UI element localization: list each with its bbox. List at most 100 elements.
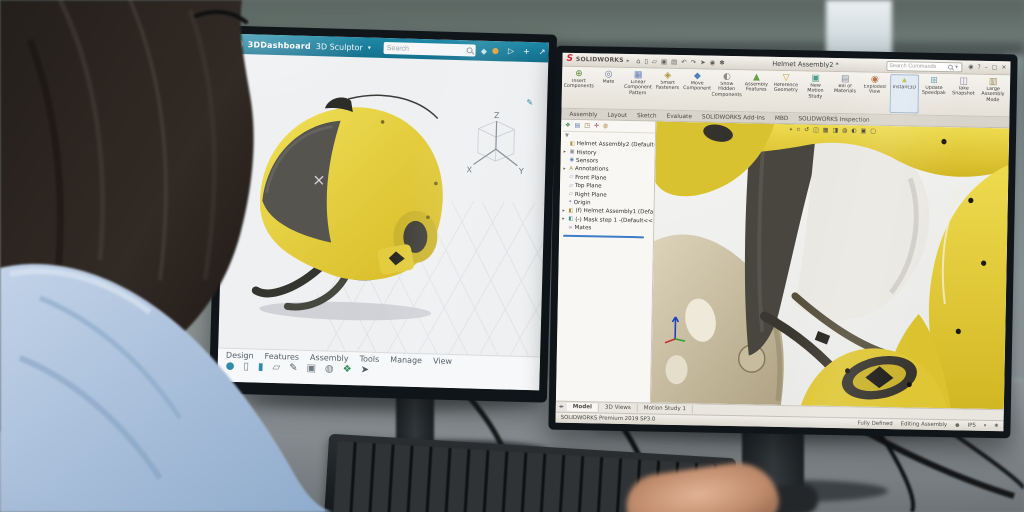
solidworks-brand: SOLIDWORKS [575,55,624,64]
tree-item-label: History [576,149,597,156]
command-search[interactable]: ▾ [886,60,963,72]
rollback-bar[interactable] [563,235,645,239]
feature-manager-panel: ❖ ▤ ◳ ✛ ◍ ▼ ◧ Helmet Assembly2 (Default<Disp… [555,119,657,403]
graphics-area[interactable]: ⌖ ⌗ ↺ ◫ ▦ ◨ ◍ ◐ ▣ ▢ [650,121,1010,410]
ribbon-button[interactable]: ⊕ Insert Components [564,68,594,108]
minimize-icon[interactable]: – [985,64,988,71]
ribbon-button[interactable]: ▲ Assembly Features [741,71,771,111]
command-tab[interactable]: SOLIDWORKS Inspection [793,115,874,125]
status-gear-icon[interactable]: ✱ [994,423,998,429]
dimxpertmanager-icon[interactable]: ✛ [594,122,599,129]
scene-icon[interactable]: ▣ [861,127,867,135]
zoom-area-icon[interactable]: ⌗ [797,126,801,134]
save-icon[interactable]: ▣ [661,57,667,65]
view-orientation-icon[interactable]: ▦ [823,127,829,135]
add-icon[interactable]: + [523,47,530,56]
ribbon-button-icon: ◎ [604,69,613,80]
platform-search[interactable] [383,41,476,57]
document-tab[interactable]: Motion Study 1 [637,404,694,414]
ribbon-button[interactable]: ▴ Instant3D [889,74,920,114]
ribbon-button[interactable]: ▦ Linear Component Pattern [623,69,653,109]
previous-view-icon[interactable]: ↺ [804,126,809,134]
document-tab[interactable]: Model [566,402,600,412]
ribbon-button[interactable]: ◆ Move Component [682,70,712,110]
restore-icon[interactable]: ▢ [992,64,998,71]
user-avatar-icon[interactable]: ● [492,46,499,55]
ribbon-button[interactable]: ◎ Mate [593,68,623,108]
command-tab[interactable]: Assembly [564,111,602,120]
section-view-icon[interactable]: ◫ [813,127,819,135]
user-icon[interactable]: ◉ [968,64,973,71]
redo-icon[interactable]: ↷ [691,58,697,66]
ribbon-button-label: Assembly Features [744,82,768,93]
featuremanager-tree-icon[interactable]: ❖ [565,122,571,129]
configurationmanager-icon[interactable]: ◳ [584,122,590,129]
options-icon[interactable]: ✱ [719,58,725,66]
action-bar-tab[interactable]: Tools [359,354,379,364]
play-icon[interactable]: ▷ [508,46,514,55]
home-icon[interactable]: ⌂ [636,57,640,65]
ribbon-button[interactable]: ⊞ Update Speedpak [919,75,949,115]
ribbon-button[interactable]: ▽ Reference Geometry [771,72,801,112]
ribbon-button-label: Instant3D [892,85,917,91]
right-screen: S SOLIDWORKS ▸ ⌂ ▯ ▱ ▣ ▤ ↶ ↷ ➤ ◉ ✱ Helmet Assembl… [555,52,1011,432]
ribbon-button-label: Smart Fasteners [655,80,680,92]
appearance-icon[interactable]: ◐ [851,127,856,135]
ribbon-button[interactable]: ▥ Large Assembly Mode [978,76,1008,116]
propertymanager-icon[interactable]: ▤ [575,122,581,129]
chevron-down-icon[interactable]: ▾ [955,64,958,70]
document-tab[interactable]: 3D Views [598,403,638,413]
command-tab[interactable]: MBD [770,115,794,123]
undo-icon[interactable]: ↶ [681,58,687,66]
ribbon-button[interactable]: ◈ Smart Fasteners [652,69,682,109]
action-bar-tab[interactable]: Manage [390,355,422,365]
rebuild-icon[interactable]: ◉ [710,58,716,66]
tree-caret-icon[interactable]: ▸ [563,209,567,214]
ribbon-button[interactable]: ◐ Show Hidden Components [711,71,741,111]
units-selector[interactable]: IPS [967,423,975,429]
print-icon[interactable]: ▤ [671,57,677,65]
ribbon-button[interactable]: ▣ New Motion Study [800,72,830,112]
tree-caret-icon[interactable]: ▸ [564,150,568,155]
chevron-down-icon[interactable]: ▾ [368,44,371,51]
share-icon[interactable]: ↗ [539,47,546,56]
ribbon-button[interactable]: ▤ Bill of Materials [830,73,860,113]
axis-triad: Z X Y [466,111,524,176]
select-tool-icon[interactable]: ➤ [360,364,369,375]
displaymanager-icon[interactable]: ◍ [603,123,608,130]
tag-icon[interactable]: ◆ [481,46,487,55]
tree-caret-icon[interactable]: ▸ [562,217,566,222]
tree-item-label: Right Plane [574,191,607,199]
tree-caret-icon[interactable]: ▸ [563,167,567,172]
command-tab[interactable]: Layout [602,112,632,121]
command-tab[interactable]: SOLIDWORKS Add-Ins [697,113,770,122]
tree-item-icon: ⌖ [568,199,572,206]
action-bar-tab[interactable]: View [433,356,452,366]
search-input[interactable] [386,44,465,54]
display-style-icon[interactable]: ◨ [832,127,838,135]
zoom-fit-icon[interactable]: ⌖ [789,126,793,134]
solidworks-logo-icon[interactable]: S [566,54,573,64]
origin-triad [664,316,686,344]
view-settings-icon[interactable]: ▢ [870,128,876,136]
edit-pencil-icon[interactable]: ✎ [526,98,533,107]
close-icon[interactable]: ✕ [1001,64,1006,71]
hide-show-icon[interactable]: ◍ [842,127,847,135]
chevron-down-icon[interactable]: ▾ [984,423,987,429]
open-icon[interactable]: ▱ [652,57,657,65]
ribbon-button-icon: ◐ [722,71,731,82]
menu-arrow-icon[interactable]: ▸ [627,57,630,63]
ribbon-button[interactable]: ◫ Take Snapshot [948,75,978,115]
command-tab[interactable]: Evaluate [662,113,697,122]
ribbon-button-icon: ⊞ [930,75,938,86]
window-buttons: ◉? – ▢ ✕ [968,64,1006,72]
help-icon[interactable]: ? [977,64,980,71]
search-commands-input[interactable] [889,62,946,70]
tab-scroll-arrows[interactable]: ◂▸ [559,404,564,410]
top-bar-icons: ●▷+↗❮※? [492,46,549,58]
select-arrow-icon[interactable]: ➤ [700,58,706,66]
ribbon-button[interactable]: ◉ Exploded View [859,73,889,113]
command-tab[interactable]: Sketch [632,112,662,121]
tree-item[interactable]: ∞ Mates [561,224,653,234]
new-doc-icon[interactable]: ▯ [644,57,648,65]
